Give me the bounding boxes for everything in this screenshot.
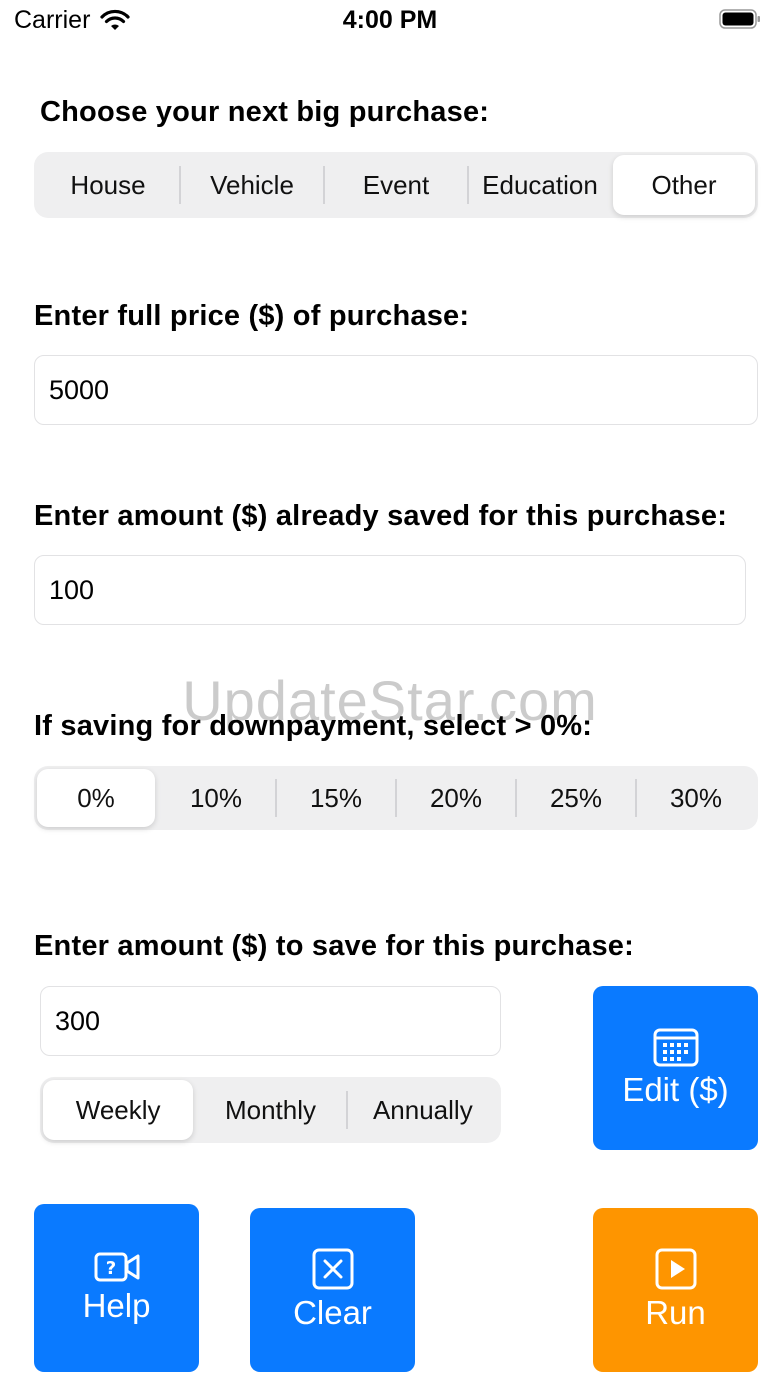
frequency-segmented: Weekly Monthly Annually: [40, 1077, 501, 1143]
svg-text:?: ?: [105, 1258, 115, 1279]
video-help-icon: ?: [94, 1252, 139, 1282]
full-price-input[interactable]: 5000: [34, 355, 758, 425]
help-button-label: Help: [82, 1287, 151, 1324]
battery-icon: [719, 9, 760, 29]
segment-education[interactable]: Education: [469, 155, 611, 215]
purchase-type-segmented: House Vehicle Event Education Other: [34, 152, 758, 218]
segment-10-percent[interactable]: 10%: [157, 769, 275, 827]
already-saved-input[interactable]: 100: [34, 555, 746, 625]
segment-20-percent[interactable]: 20%: [397, 769, 515, 827]
status-time: 4:00 PM: [342, 6, 438, 34]
run-button-label: Run: [645, 1294, 706, 1331]
segment-other[interactable]: Other: [613, 155, 755, 215]
segment-annually[interactable]: Annually: [348, 1080, 498, 1140]
segment-weekly[interactable]: Weekly: [43, 1080, 194, 1140]
already-saved-label: Enter amount ($) already saved for this …: [34, 500, 728, 532]
run-button[interactable]: Run: [593, 1208, 758, 1372]
segment-event[interactable]: Event: [325, 155, 467, 215]
segment-monthly[interactable]: Monthly: [195, 1080, 345, 1140]
calendar-icon: [653, 1028, 698, 1067]
clear-x-icon: [312, 1248, 353, 1290]
downpayment-label: If saving for downpayment, select > 0%:: [34, 710, 593, 742]
segment-vehicle[interactable]: Vehicle: [181, 155, 323, 215]
help-button[interactable]: ? Help: [34, 1204, 199, 1372]
segment-house[interactable]: House: [37, 155, 179, 215]
segment-0-percent[interactable]: 0%: [37, 769, 155, 827]
play-icon: [655, 1248, 696, 1290]
segment-15-percent[interactable]: 15%: [277, 769, 395, 827]
segment-30-percent[interactable]: 30%: [637, 769, 755, 827]
segment-25-percent[interactable]: 25%: [517, 769, 635, 827]
clear-button-label: Clear: [293, 1294, 372, 1331]
edit-button[interactable]: Edit ($): [593, 986, 758, 1150]
downpayment-segmented: 0% 10% 15% 20% 25% 30%: [34, 766, 758, 830]
save-amount-input[interactable]: 300: [40, 986, 501, 1056]
edit-button-label: Edit ($): [622, 1071, 729, 1108]
save-amount-label: Enter amount ($) to save for this purcha…: [34, 930, 634, 962]
full-price-label: Enter full price ($) of purchase:: [34, 300, 470, 332]
purchase-type-label: Choose your next big purchase:: [40, 96, 490, 128]
clear-button[interactable]: Clear: [250, 1208, 415, 1372]
